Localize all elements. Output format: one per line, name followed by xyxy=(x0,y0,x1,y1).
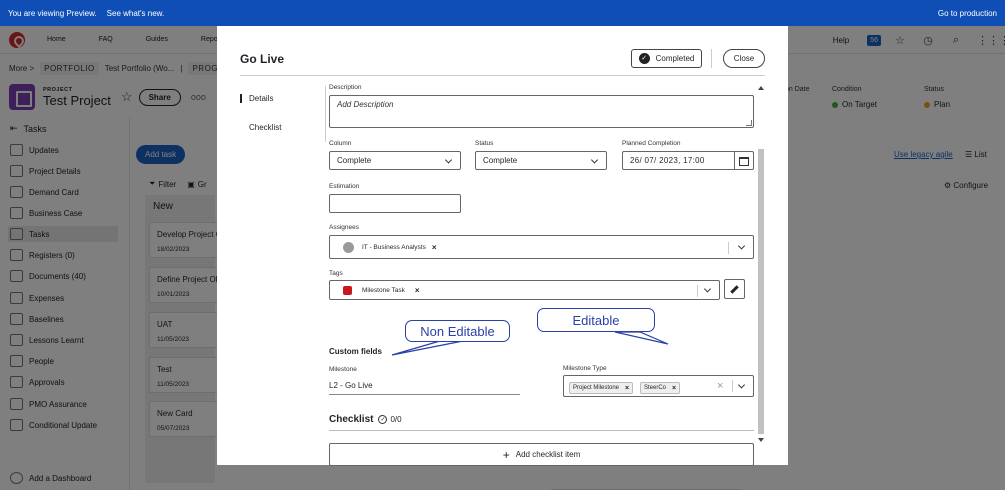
plus-icon: + xyxy=(502,447,510,462)
chevron-down-icon[interactable] xyxy=(737,242,746,250)
details-form: Description Add Description Column Compl… xyxy=(329,76,760,466)
tab-checklist[interactable]: Checklist xyxy=(249,123,281,132)
planned-completion-value: 26/ 07/ 2023, 17:00 xyxy=(630,156,705,165)
checklist-title: Checklist xyxy=(329,414,374,425)
header-divider xyxy=(711,49,712,68)
chip-label: SteerCo xyxy=(644,385,667,391)
milestone-underline xyxy=(329,394,520,395)
checklist-count: ✓ 0/0 xyxy=(378,415,402,424)
status-value: Complete xyxy=(483,156,518,165)
modal-title: Go Live xyxy=(240,52,285,66)
status-select[interactable]: Complete xyxy=(475,151,607,170)
tags-label: Tags xyxy=(329,270,343,277)
planned-completion-label: Planned Completion xyxy=(622,140,681,147)
close-button[interactable]: Close xyxy=(723,49,765,68)
chevron-down-icon[interactable] xyxy=(737,381,746,389)
select-divider xyxy=(697,285,698,297)
milestone-value: L2 - Go Live xyxy=(329,381,373,390)
custom-fields-heading: Custom fields xyxy=(329,347,382,356)
remove-assignee-icon[interactable]: × xyxy=(432,243,437,252)
checklist-divider xyxy=(329,430,754,431)
clear-all-icon[interactable]: × xyxy=(717,380,723,392)
description-placeholder: Add Description xyxy=(337,100,394,109)
editable-callout: Editable xyxy=(537,308,655,332)
check-circle-icon: ✓ xyxy=(638,53,650,64)
milestone-type-chip: Project Milestone × xyxy=(569,382,634,394)
scrollbar-thumb[interactable] xyxy=(758,149,764,434)
checklist-count-value: 0/0 xyxy=(390,415,402,424)
tag-name: Milestone Task xyxy=(362,287,405,294)
preview-message: You are viewing Preview. xyxy=(8,8,97,18)
assignee-chip: IT - Business Analysts × xyxy=(343,242,437,253)
estimation-input[interactable] xyxy=(329,194,461,213)
assignees-label: Assignees xyxy=(329,224,359,231)
remove-chip-icon[interactable]: × xyxy=(625,385,629,392)
planned-completion-input[interactable]: 26/ 07/ 2023, 17:00 xyxy=(622,151,754,170)
estimation-label: Estimation xyxy=(329,183,360,190)
tags-select[interactable]: Milestone Task × xyxy=(329,280,720,300)
pencil-icon xyxy=(730,284,739,294)
tag-chip: Milestone Task × xyxy=(343,286,420,295)
scroll-down-arrow-icon[interactable] xyxy=(758,438,764,442)
remove-chip-icon[interactable]: × xyxy=(672,385,676,392)
edit-tags-button[interactable] xyxy=(724,279,745,299)
chip-label: Project Milestone xyxy=(573,385,620,391)
modal-tabs: Details Checklist xyxy=(240,86,326,142)
chevron-down-icon xyxy=(444,155,453,164)
calendar-icon xyxy=(739,156,749,166)
calendar-button[interactable] xyxy=(734,152,753,170)
tag-color-swatch xyxy=(343,286,352,295)
modal-vertical-scrollbar[interactable] xyxy=(757,86,766,442)
milestone-label: Milestone xyxy=(329,366,357,373)
status-label: Status xyxy=(475,140,494,147)
milestone-type-select[interactable]: Project Milestone × SteerCo × × xyxy=(563,375,754,397)
add-checklist-label: Add checklist item xyxy=(515,450,581,459)
checklist-heading: Checklist ✓ 0/0 xyxy=(329,414,402,425)
milestone-type-chip: SteerCo × xyxy=(640,382,681,394)
scroll-up-arrow-icon[interactable] xyxy=(758,86,764,90)
assignee-name: IT - Business Analysts xyxy=(362,244,426,251)
task-modal: Go Live ✓ Completed Close Details Checkl… xyxy=(217,26,788,466)
preview-banner: You are viewing Preview. See what's new.… xyxy=(0,0,1005,26)
description-label: Description xyxy=(329,84,362,91)
whats-new-link[interactable]: See what's new. xyxy=(107,9,165,18)
column-label: Column xyxy=(329,140,352,147)
remove-tag-icon[interactable]: × xyxy=(415,286,420,295)
column-select[interactable]: Complete xyxy=(329,151,461,170)
select-divider xyxy=(728,242,729,254)
resize-handle-icon[interactable] xyxy=(746,120,752,126)
chevron-down-icon[interactable] xyxy=(703,285,712,293)
description-textarea[interactable]: Add Description xyxy=(329,95,754,128)
assignees-select[interactable]: IT - Business Analysts × xyxy=(329,235,754,259)
add-checklist-item-button[interactable]: + Add checklist item xyxy=(329,443,754,466)
completed-button[interactable]: ✓ Completed xyxy=(631,49,702,68)
non-editable-callout: Non Editable xyxy=(405,320,510,342)
milestone-type-label: Milestone Type xyxy=(563,365,607,372)
user-avatar-icon xyxy=(343,242,354,253)
select-divider xyxy=(732,380,733,392)
chevron-down-icon xyxy=(590,155,599,164)
completed-label: Completed xyxy=(655,54,695,63)
go-to-production-link[interactable]: Go to production xyxy=(938,9,997,18)
column-value: Complete xyxy=(337,156,372,165)
tab-details[interactable]: Details xyxy=(240,94,273,103)
check-circle-icon: ✓ xyxy=(378,415,388,424)
